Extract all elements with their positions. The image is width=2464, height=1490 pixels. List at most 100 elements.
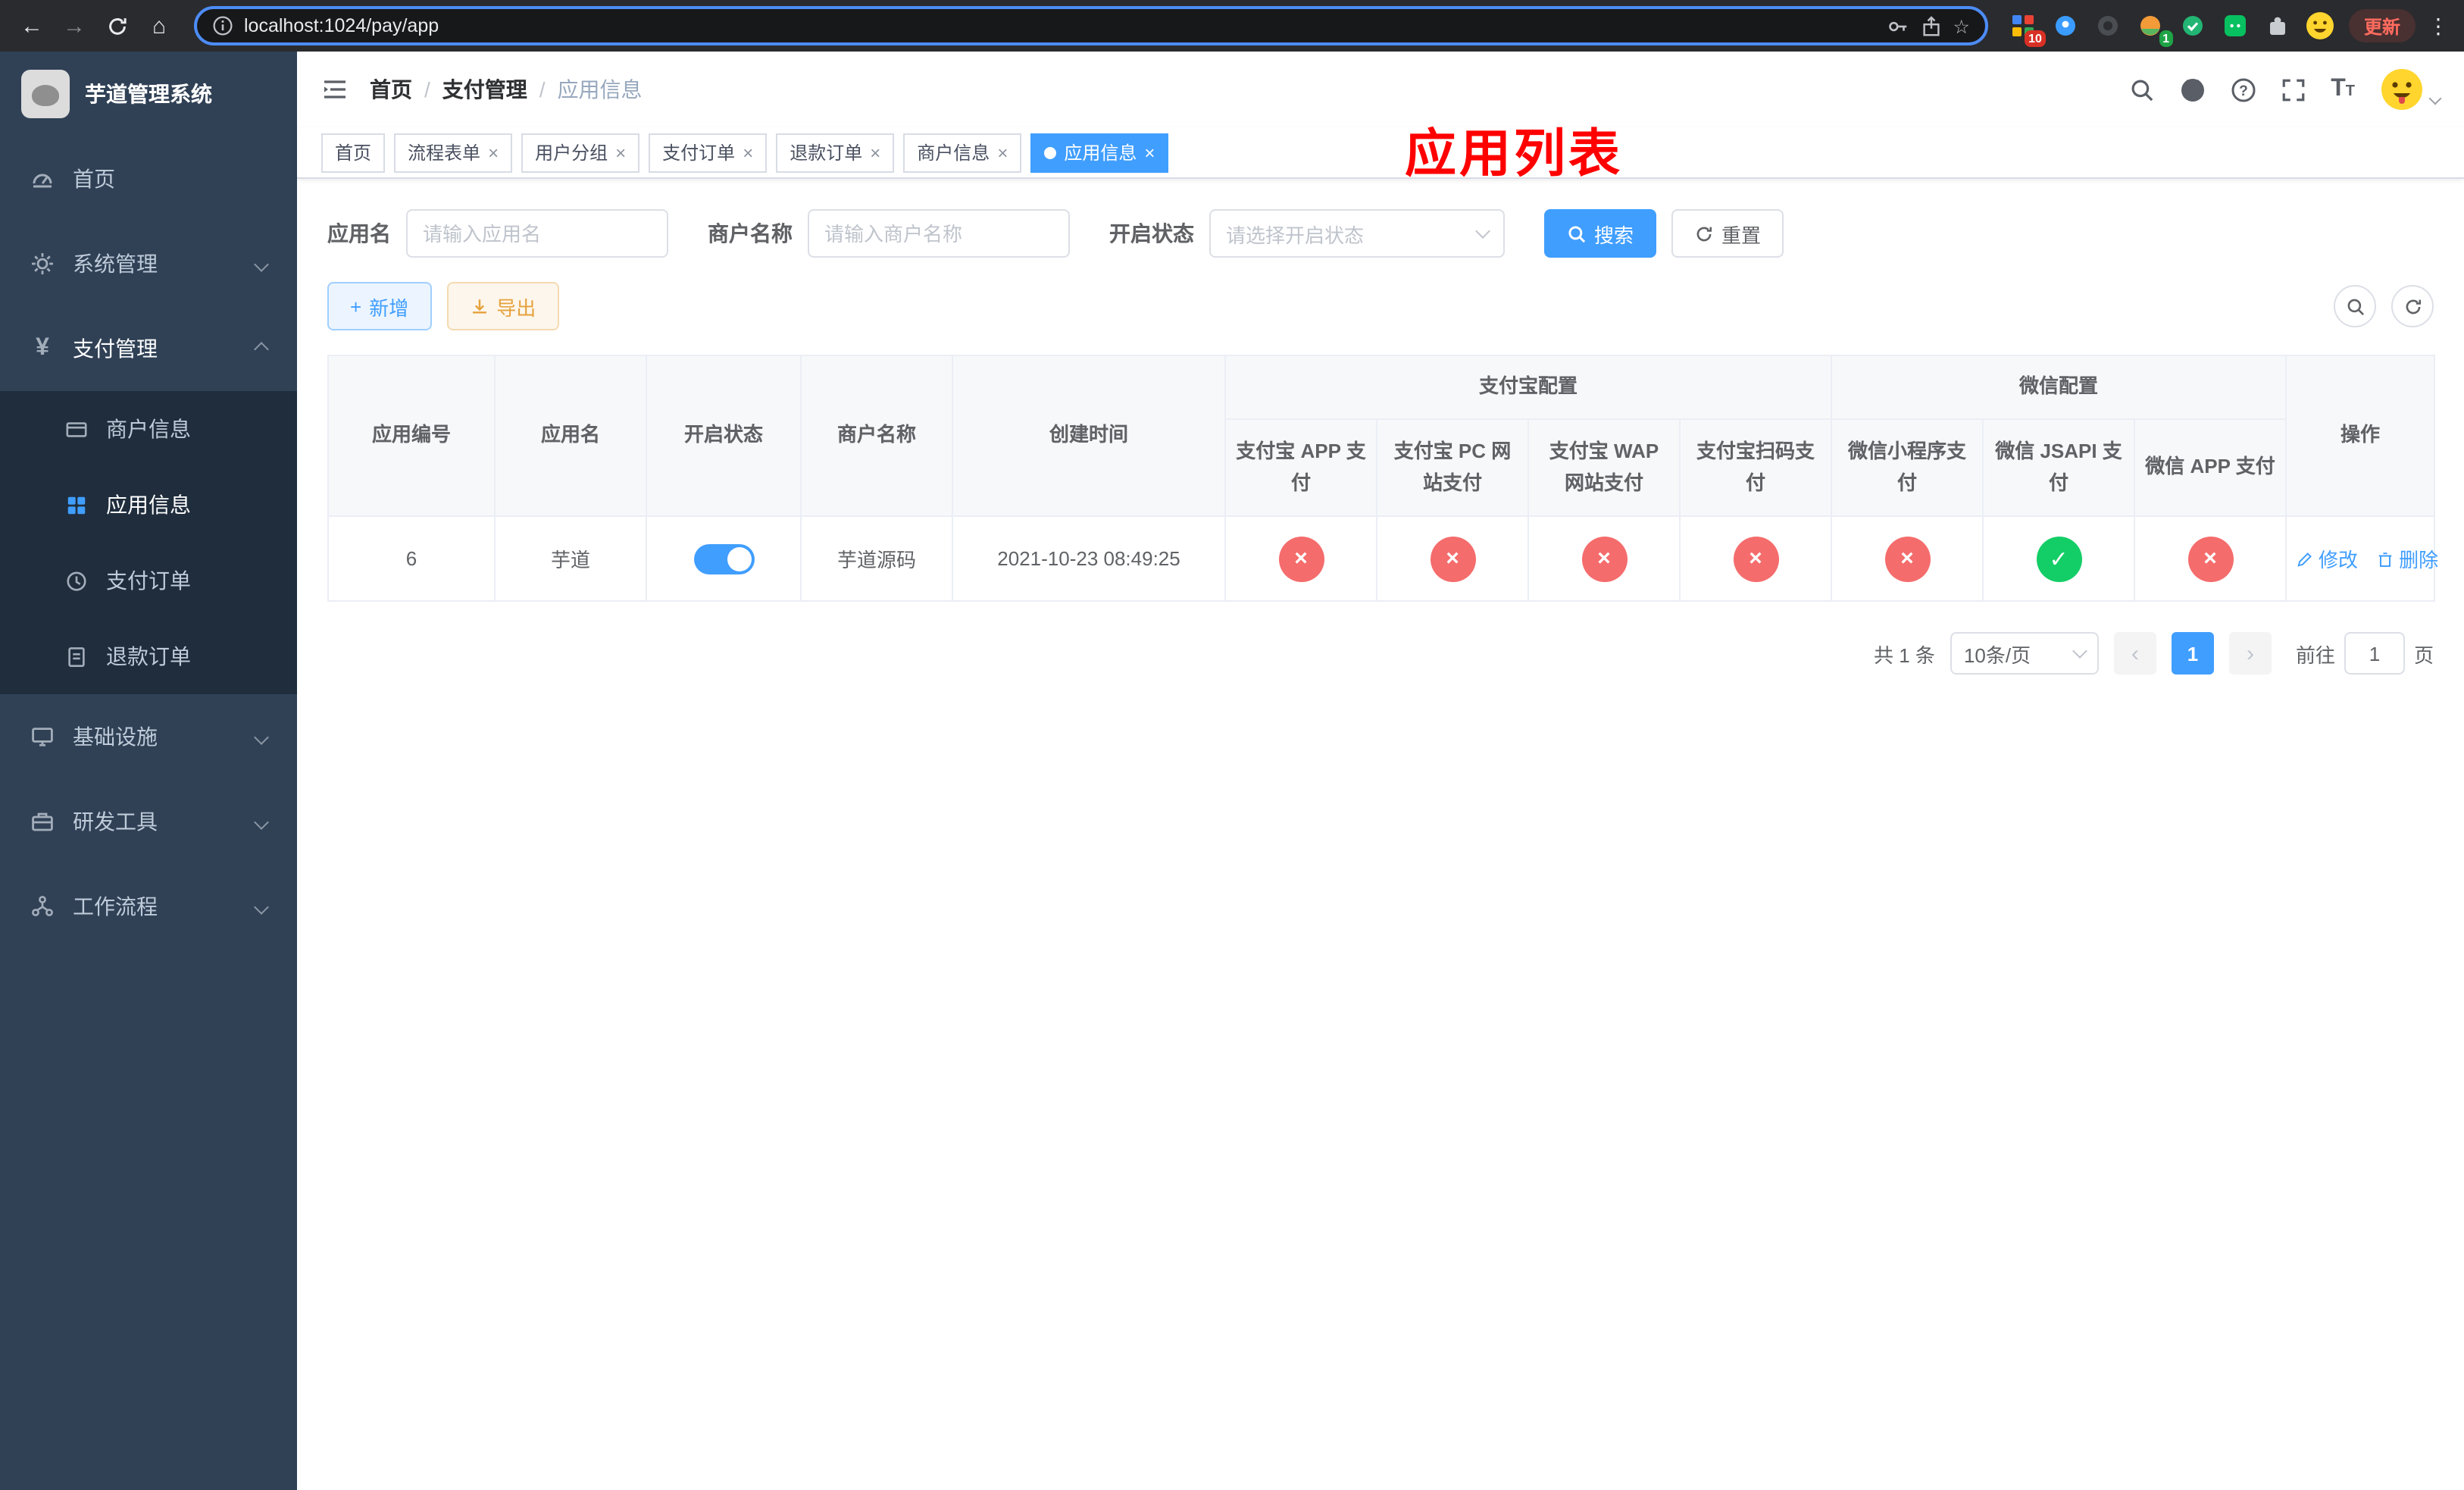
breadcrumb-item-current: 应用信息 bbox=[557, 77, 643, 102]
share-icon[interactable] bbox=[1920, 14, 1943, 37]
add-button[interactable]: + 新增 bbox=[327, 282, 432, 330]
status-select[interactable]: 请选择开启状态 bbox=[1209, 209, 1505, 258]
back-icon[interactable]: ← bbox=[12, 6, 52, 45]
ext-avatar-badge: 1 bbox=[2159, 30, 2173, 47]
fullscreen-icon[interactable] bbox=[2281, 77, 2306, 102]
tab-app-info[interactable]: 应用信息 × bbox=[1030, 133, 1169, 172]
sidebar-item-label: 支付管理 bbox=[73, 337, 158, 361]
ext-wechat-devtools-icon[interactable] bbox=[2215, 6, 2255, 45]
refresh-icon[interactable] bbox=[2391, 285, 2434, 327]
close-icon[interactable]: × bbox=[1144, 143, 1155, 161]
search-button[interactable]: 搜索 bbox=[1544, 209, 1657, 258]
sidebar-item-dev-tools[interactable]: 研发工具 bbox=[0, 779, 297, 864]
sidebar-item-label: 支付订单 bbox=[106, 568, 191, 593]
user-avatar[interactable] bbox=[2379, 67, 2442, 112]
reset-button[interactable]: 重置 bbox=[1671, 209, 1784, 258]
password-key-icon[interactable] bbox=[1887, 14, 1909, 37]
tab-pay-orders[interactable]: 支付订单 × bbox=[649, 133, 768, 172]
cell-actions: 修改 删除 bbox=[2285, 515, 2438, 602]
close-icon[interactable]: × bbox=[870, 143, 880, 161]
update-button[interactable]: 更新 bbox=[2348, 9, 2416, 42]
help-question-icon[interactable]: ? bbox=[2231, 77, 2256, 102]
ext-green-circle-icon[interactable] bbox=[2173, 6, 2212, 45]
breadcrumb-separator: / bbox=[424, 77, 430, 102]
col-created: 创建时间 bbox=[952, 355, 1226, 517]
ext-avatar-icon[interactable]: 1 bbox=[2131, 6, 2173, 47]
sidebar-item-home[interactable]: 首页 bbox=[0, 136, 297, 221]
profile-avatar-icon[interactable] bbox=[2300, 6, 2340, 45]
cell-app-id: 6 bbox=[327, 515, 496, 602]
home-icon[interactable]: ⌂ bbox=[139, 6, 179, 45]
sidebar-fold-icon[interactable] bbox=[321, 76, 349, 103]
sidebar-item-system[interactable]: 系统管理 bbox=[0, 221, 297, 306]
tab-merchant-info[interactable]: 商户信息 × bbox=[903, 133, 1022, 172]
tab-process-form[interactable]: 流程表单 × bbox=[394, 133, 513, 172]
browser-menu-icon[interactable]: ⋮ bbox=[2425, 13, 2452, 39]
ext-dark-circle-icon[interactable] bbox=[2088, 6, 2128, 45]
close-icon[interactable]: × bbox=[488, 143, 499, 161]
github-icon[interactable] bbox=[2179, 76, 2206, 103]
tab-label: 应用信息 bbox=[1064, 142, 1137, 164]
app-name-input[interactable] bbox=[406, 209, 668, 258]
page-size-select[interactable]: 10条/页 bbox=[1950, 632, 2099, 675]
breadcrumb-item[interactable]: 支付管理 bbox=[442, 74, 527, 105]
close-icon[interactable]: × bbox=[997, 143, 1008, 161]
col-wx-mini: 微信小程序支付 bbox=[1831, 418, 1984, 517]
tab-refund-orders[interactable]: 退款订单 × bbox=[776, 133, 895, 172]
channel-status-icon: × bbox=[1430, 536, 1475, 581]
sidebar-item-pay-orders[interactable]: 支付订单 bbox=[0, 543, 297, 618]
merchant-name-input[interactable] bbox=[808, 209, 1070, 258]
sidebar-item-label: 研发工具 bbox=[73, 809, 158, 834]
merchant-name-label: 商户名称 bbox=[708, 221, 793, 246]
site-info-icon[interactable] bbox=[212, 15, 233, 36]
sidebar-item-workflow[interactable]: 工作流程 bbox=[0, 864, 297, 949]
extensions-puzzle-icon[interactable] bbox=[2258, 6, 2297, 45]
sidebar-item-infrastructure[interactable]: 基础设施 bbox=[0, 694, 297, 779]
edit-link[interactable]: 修改 bbox=[2296, 544, 2358, 573]
ext-grid-icon[interactable]: 10 bbox=[2003, 6, 2046, 47]
tab-label: 商户信息 bbox=[917, 142, 990, 164]
breadcrumb-item[interactable]: 首页 bbox=[370, 74, 412, 105]
cell-created: 2021-10-23 08:49:25 bbox=[952, 515, 1226, 602]
enabled-toggle[interactable] bbox=[693, 543, 754, 574]
app-window: ← → ⌂ localhost:1024/pay/app ☆ 10 1 更新 ⋮… bbox=[0, 0, 2464, 1490]
sidebar-item-app-info[interactable]: 应用信息 bbox=[0, 467, 297, 543]
close-icon[interactable]: × bbox=[615, 143, 626, 161]
current-page-button[interactable]: 1 bbox=[2171, 632, 2214, 675]
next-page-button[interactable]: › bbox=[2228, 632, 2272, 675]
address-bar[interactable]: localhost:1024/pay/app ☆ bbox=[194, 6, 1988, 45]
sidebar-item-label: 系统管理 bbox=[73, 252, 158, 276]
forward-icon[interactable]: → bbox=[55, 6, 94, 45]
active-dot bbox=[1044, 146, 1057, 158]
font-size-icon[interactable]: TT bbox=[2331, 77, 2355, 102]
sidebar-item-payment[interactable]: ¥ 支付管理 bbox=[0, 306, 297, 391]
sidebar: 芋道管理系统 首页 系统管理 ¥ 支付管理 商户信息 应用信息 支付订单 退款订… bbox=[0, 52, 297, 1490]
col-status: 开启状态 bbox=[646, 355, 802, 517]
search-icon[interactable] bbox=[2129, 77, 2155, 102]
breadcrumb-separator: / bbox=[539, 77, 546, 102]
tab-home[interactable]: 首页 bbox=[321, 133, 386, 172]
toolbox-icon bbox=[30, 809, 55, 834]
plus-icon: + bbox=[350, 295, 362, 318]
app-logo[interactable]: 芋道管理系统 bbox=[0, 52, 297, 136]
page-header: 首页 / 支付管理 / 应用信息 ? TT bbox=[297, 52, 2464, 127]
toggle-search-icon[interactable] bbox=[2334, 285, 2376, 327]
cell-status bbox=[646, 515, 802, 602]
prev-page-button[interactable]: ‹ bbox=[2113, 632, 2156, 675]
tags-view: 首页 流程表单 × 用户分组 × 支付订单 × 退款订单 × 商户信息 × 应用… bbox=[297, 127, 2464, 179]
export-button[interactable]: 导出 bbox=[446, 282, 559, 330]
close-icon[interactable]: × bbox=[743, 143, 753, 161]
goto-page-input[interactable] bbox=[2344, 632, 2405, 675]
bookmark-star-icon[interactable]: ☆ bbox=[1953, 14, 1970, 37]
ext-drop-icon[interactable] bbox=[2046, 6, 2085, 45]
delete-link[interactable]: 删除 bbox=[2376, 544, 2438, 573]
channel-status-icon: × bbox=[1733, 536, 1778, 581]
reload-icon[interactable] bbox=[97, 6, 136, 45]
cell-merchant: 芋道源码 bbox=[800, 515, 953, 602]
filter-form: 应用名 商户名称 开启状态 请选择开启状态 搜索 bbox=[297, 179, 2464, 258]
tab-user-group[interactable]: 用户分组 × bbox=[521, 133, 640, 172]
sidebar-item-refund-orders[interactable]: 退款订单 bbox=[0, 618, 297, 694]
delete-link-label: 删除 bbox=[2399, 549, 2439, 571]
sidebar-item-merchant-info[interactable]: 商户信息 bbox=[0, 391, 297, 467]
card-icon bbox=[64, 418, 88, 440]
